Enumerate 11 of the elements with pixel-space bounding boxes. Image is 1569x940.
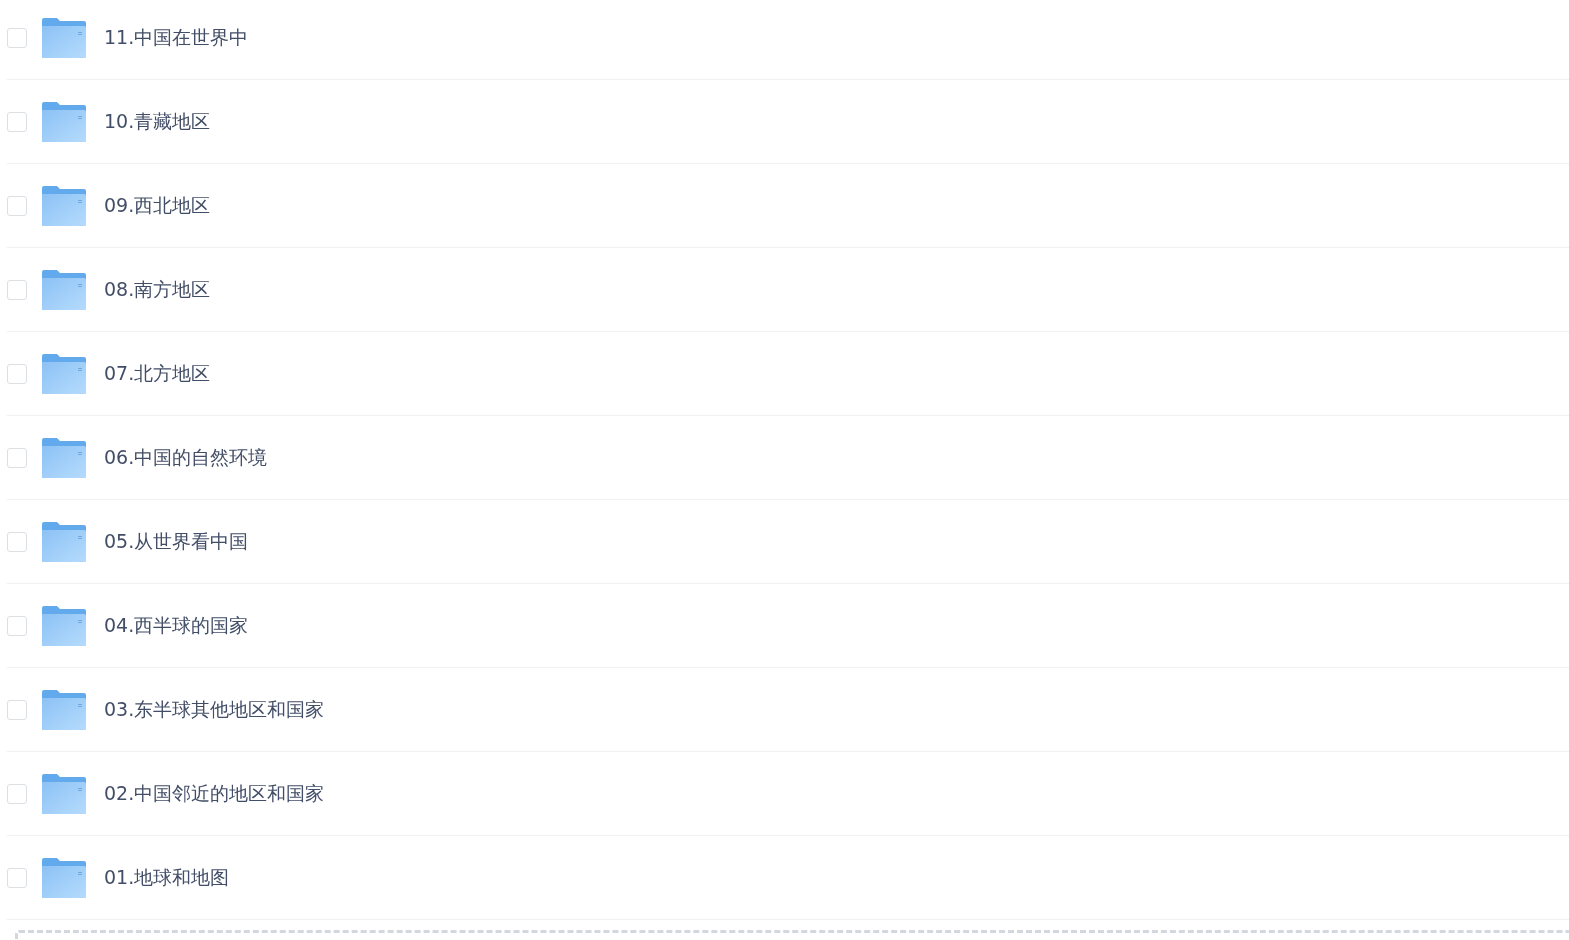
- folder-name[interactable]: 07.北方地区: [104, 360, 211, 387]
- folder-name[interactable]: 09.西北地区: [104, 192, 211, 219]
- folder-name[interactable]: 03.东半球其他地区和国家: [104, 696, 325, 723]
- folder-name[interactable]: 01.地球和地图: [104, 864, 230, 891]
- folder-name[interactable]: 06.中国的自然环境: [104, 444, 268, 471]
- folder-name[interactable]: 10.青藏地区: [104, 108, 211, 135]
- folder-name[interactable]: 04.西半球的国家: [104, 612, 249, 639]
- folder-name[interactable]: 02.中国邻近的地区和国家: [104, 780, 325, 807]
- folder-name[interactable]: 08.南方地区: [104, 276, 211, 303]
- folder-name[interactable]: 11.中国在世界中: [104, 24, 249, 51]
- folder-name[interactable]: 05.从世界看中国: [104, 528, 249, 555]
